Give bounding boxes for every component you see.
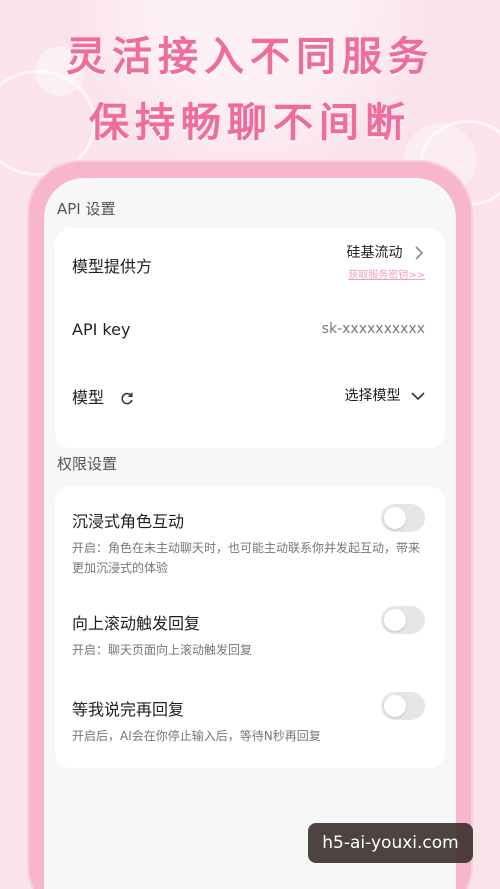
permission-item: 等我说完再回复 开启后，AI会在你停止输入后，等待N秒再回复 <box>72 692 425 752</box>
toggle-knob <box>384 507 406 529</box>
provider-label: 模型提供方 <box>72 257 153 276</box>
chevron-right-icon <box>415 246 424 260</box>
api-key-value[interactable]: sk-xxxxxxxxxx <box>322 321 425 337</box>
scroll-up-reply-desc: 开启：聊天页面向上滚动触发回复 <box>72 643 253 657</box>
model-select-text: 选择模型 <box>344 388 401 404</box>
scroll-up-reply-toggle[interactable] <box>381 606 425 634</box>
chevron-down-icon <box>411 392 425 401</box>
model-row[interactable]: 模型 选择模型 <box>72 380 425 410</box>
permission-item: 向上滚动触发回复 开启：聊天页面向上滚动触发回复 <box>72 606 425 666</box>
phone-frame: API 设置 模型提供方 硅基流动 获取服务密钥>> API key sk-xx… <box>27 160 473 889</box>
wait-finish-reply-toggle[interactable] <box>381 692 425 720</box>
provider-row[interactable]: 模型提供方 硅基流动 获取服务密钥>> <box>72 242 425 292</box>
promo-headline-line2: 保持畅聊不间断 <box>89 100 411 146</box>
permission-item: 沉浸式角色互动 开启：角色在未主动聊天时，也可能主动联系你并发起互动，带来更加沉… <box>72 502 425 582</box>
toggle-knob <box>384 695 406 717</box>
api-settings-card: 模型提供方 硅基流动 获取服务密钥>> API key sk-xxxxxxxxx… <box>55 228 445 448</box>
permission-settings-section-title: 权限设置 <box>57 455 118 473</box>
site-watermark: h5-ai-youxi.com <box>308 823 473 863</box>
immersive-interaction-desc: 开启：角色在未主动聊天时，也可能主动联系你并发起互动，带来更加沉浸式的体验 <box>72 541 421 575</box>
get-service-key-link[interactable]: 获取服务密钥>> <box>348 266 425 281</box>
api-key-label: API key <box>72 320 131 339</box>
wait-finish-reply-desc: 开启后，AI会在你停止输入后，等待N秒再回复 <box>72 729 321 743</box>
immersive-interaction-label: 沉浸式角色互动 <box>72 512 185 531</box>
api-settings-section-title: API 设置 <box>57 200 116 218</box>
promo-headline-line1: 灵活接入不同服务 <box>66 34 434 80</box>
provider-value[interactable]: 硅基流动 <box>347 242 425 262</box>
model-label: 模型 <box>72 388 105 407</box>
permission-settings-card: 沉浸式角色互动 开启：角色在未主动聊天时，也可能主动联系你并发起互动，带来更加沉… <box>55 486 445 768</box>
model-label-group: 模型 <box>72 384 135 408</box>
toggle-knob <box>384 609 406 631</box>
provider-value-text: 硅基流动 <box>346 245 403 261</box>
model-select[interactable]: 选择模型 <box>345 385 425 405</box>
wait-finish-reply-label: 等我说完再回复 <box>72 700 185 719</box>
settings-screen: API 设置 模型提供方 硅基流动 获取服务密钥>> API key sk-xx… <box>44 178 456 889</box>
scroll-up-reply-label: 向上滚动触发回复 <box>72 614 201 633</box>
immersive-interaction-toggle[interactable] <box>381 504 425 532</box>
refresh-icon[interactable] <box>119 391 135 407</box>
api-key-row[interactable]: API key sk-xxxxxxxxxx <box>72 316 425 346</box>
